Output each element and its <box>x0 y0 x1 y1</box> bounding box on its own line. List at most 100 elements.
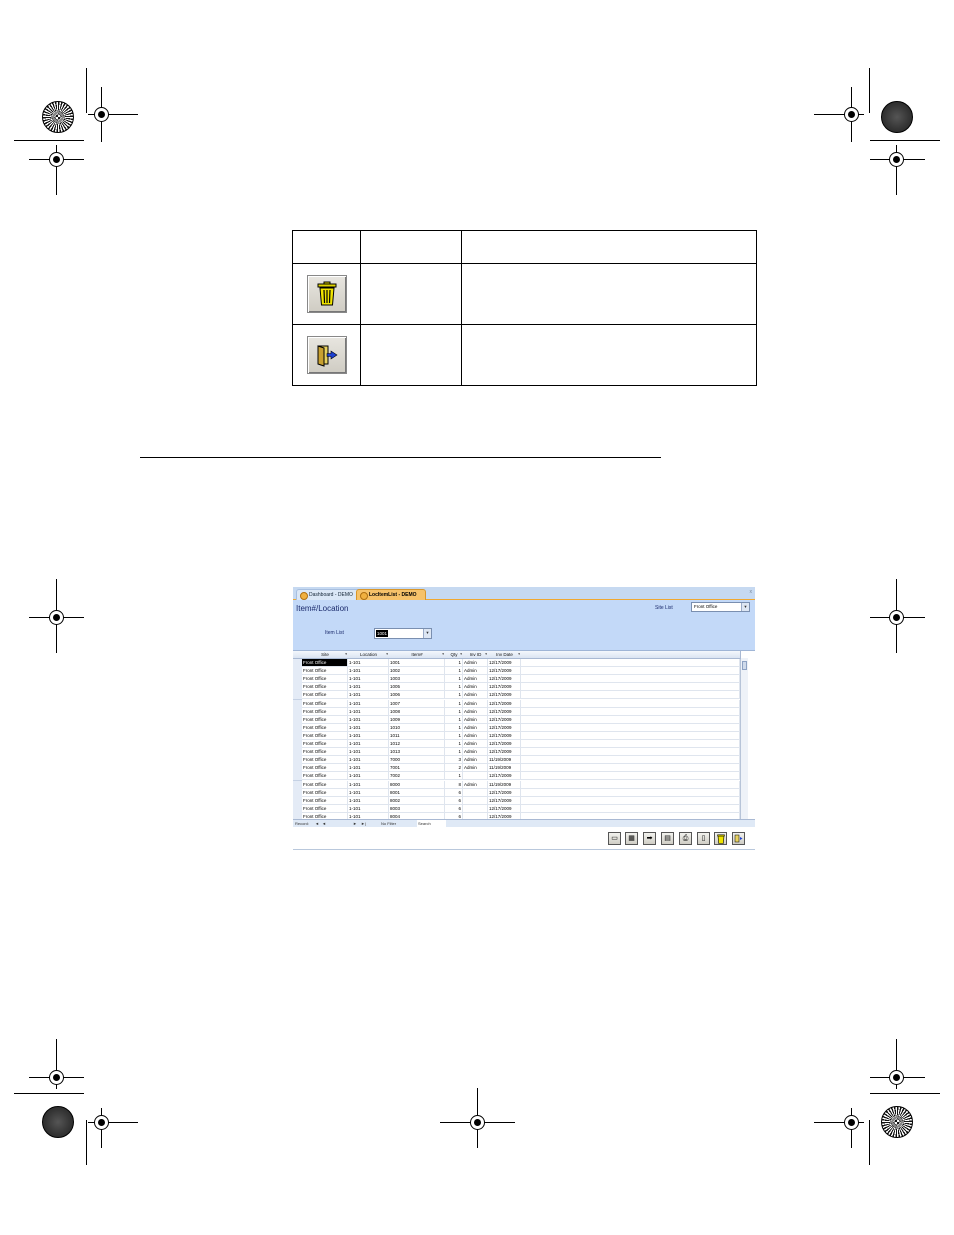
table-cell[interactable]: 1-101 <box>348 764 389 773</box>
scroll-thumb[interactable] <box>742 661 747 670</box>
table-cell[interactable]: 12/17/2009 <box>488 748 521 757</box>
table-cell[interactable]: Admin <box>463 748 488 757</box>
table-cell[interactable] <box>463 796 488 805</box>
table-cell[interactable]: 1 <box>445 683 463 692</box>
new-record-button[interactable]: ▭ <box>608 832 621 845</box>
table-cell[interactable]: 1 <box>445 715 463 724</box>
table-cell[interactable]: 1003 <box>389 675 445 684</box>
table-cell[interactable]: 1009 <box>389 715 445 724</box>
table-cell[interactable]: Admin <box>463 691 488 700</box>
table-cell[interactable] <box>463 772 488 781</box>
table-cell[interactable]: 6 <box>445 788 463 797</box>
sort-arrow-icon[interactable]: ▾ <box>485 651 487 658</box>
vertical-scrollbar[interactable] <box>740 658 748 820</box>
exit-button[interactable] <box>732 832 745 845</box>
column-header[interactable]: Inv ID ▾ <box>463 651 489 659</box>
report-button[interactable]: ▤ <box>661 832 674 845</box>
table-cell[interactable]: Front Office <box>302 723 348 732</box>
table-cell[interactable]: 1 <box>445 691 463 700</box>
table-cell[interactable]: 1-101 <box>348 691 389 700</box>
table-cell[interactable]: 1010 <box>389 723 445 732</box>
table-cell[interactable]: 1-101 <box>348 748 389 757</box>
chevron-down-icon[interactable]: ▼ <box>741 603 749 611</box>
table-cell[interactable] <box>463 804 488 813</box>
item-list-select[interactable]: 1001 ▼ <box>374 628 432 639</box>
table-cell[interactable]: 1 <box>445 667 463 676</box>
table-cell[interactable]: 1-101 <box>348 699 389 708</box>
table-cell[interactable]: 12/17/2009 <box>488 699 521 708</box>
table-cell[interactable]: 1007 <box>389 699 445 708</box>
sort-arrow-icon[interactable]: ▾ <box>442 651 444 658</box>
table-cell[interactable]: 1-101 <box>348 780 389 789</box>
table-cell[interactable]: Admin <box>463 740 488 748</box>
table-cell[interactable]: 12/17/2009 <box>488 731 521 740</box>
sort-arrow-icon[interactable]: ▾ <box>518 651 520 658</box>
table-cell[interactable]: Admin <box>463 723 488 732</box>
table-cell[interactable]: 1-101 <box>348 659 389 667</box>
table-cell[interactable]: Admin <box>463 659 488 667</box>
trash-button[interactable] <box>306 275 347 313</box>
close-icon[interactable]: x <box>750 589 753 595</box>
table-cell[interactable]: 1-101 <box>348 723 389 732</box>
table-cell[interactable]: Front Office <box>302 804 348 813</box>
table-cell[interactable]: Front Office <box>302 691 348 700</box>
table-cell[interactable]: Front Office <box>302 659 348 667</box>
table-cell[interactable]: 1-101 <box>348 715 389 724</box>
table-cell[interactable]: 2 <box>445 764 463 773</box>
chevron-down-icon[interactable]: ▼ <box>423 629 431 638</box>
table-cell[interactable]: 12/17/2009 <box>488 667 521 676</box>
table-cell[interactable]: 1 <box>445 731 463 740</box>
table-cell[interactable]: 1-101 <box>348 707 389 716</box>
table-cell[interactable]: 1008 <box>389 707 445 716</box>
table-cell[interactable]: 12/17/2009 <box>488 772 521 781</box>
table-cell[interactable]: 1 <box>445 772 463 781</box>
column-header[interactable]: Site ▾ <box>302 651 349 659</box>
column-header[interactable]: Qty ▾ <box>445 651 464 659</box>
table-cell[interactable]: Front Office <box>302 707 348 716</box>
table-cell[interactable]: 12/17/2009 <box>488 723 521 732</box>
table-cell[interactable]: 12/17/2009 <box>488 675 521 684</box>
table-cell[interactable]: Front Office <box>302 740 348 748</box>
table-cell[interactable]: Admin <box>463 699 488 708</box>
go-button[interactable]: ➡ <box>643 832 656 845</box>
table-cell[interactable]: Admin <box>463 764 488 773</box>
table-cell[interactable]: Admin <box>463 667 488 676</box>
table-cell[interactable]: Front Office <box>302 715 348 724</box>
table-cell[interactable]: 12/17/2009 <box>488 796 521 805</box>
table-cell[interactable]: 1-101 <box>348 667 389 676</box>
site-list-select[interactable]: Front Office ▼ <box>691 602 750 612</box>
table-cell[interactable]: 8001 <box>389 788 445 797</box>
table-cell[interactable]: 11/19/2009 <box>488 764 521 773</box>
table-cell[interactable]: 1 <box>445 740 463 748</box>
table-cell[interactable]: 6 <box>445 804 463 813</box>
table-cell[interactable]: Admin <box>463 731 488 740</box>
table-cell[interactable]: 8003 <box>389 804 445 813</box>
exit-button[interactable] <box>306 336 347 374</box>
table-cell[interactable]: 12/17/2009 <box>488 691 521 700</box>
table-cell[interactable]: Front Office <box>302 675 348 684</box>
table-cell[interactable]: Admin <box>463 715 488 724</box>
table-cell[interactable]: 1-101 <box>348 804 389 813</box>
table-cell[interactable]: Front Office <box>302 764 348 773</box>
table-cell[interactable]: 7001 <box>389 764 445 773</box>
table-cell[interactable]: 1-101 <box>348 756 389 765</box>
table-cell[interactable]: Front Office <box>302 731 348 740</box>
table-cell[interactable]: 12/17/2009 <box>488 788 521 797</box>
table-cell[interactable]: 1005 <box>389 683 445 692</box>
preview-button[interactable]: ▯ <box>697 832 710 845</box>
list-button[interactable]: ▦ <box>625 832 638 845</box>
search-box[interactable]: Search <box>417 820 446 827</box>
table-cell[interactable]: 1-101 <box>348 731 389 740</box>
table-cell[interactable]: Admin <box>463 780 488 789</box>
table-cell[interactable]: Front Office <box>302 699 348 708</box>
table-cell[interactable]: 7002 <box>389 772 445 781</box>
table-cell[interactable]: Front Office <box>302 748 348 757</box>
table-cell[interactable]: Admin <box>463 707 488 716</box>
table-cell[interactable]: 1-101 <box>348 788 389 797</box>
table-cell[interactable]: Front Office <box>302 796 348 805</box>
table-cell[interactable]: Admin <box>463 756 488 765</box>
column-header[interactable]: Location ▾ <box>348 651 390 659</box>
table-cell[interactable]: 1-101 <box>348 796 389 805</box>
column-header[interactable]: Item# ▾ <box>389 651 446 659</box>
table-cell[interactable]: 1 <box>445 707 463 716</box>
